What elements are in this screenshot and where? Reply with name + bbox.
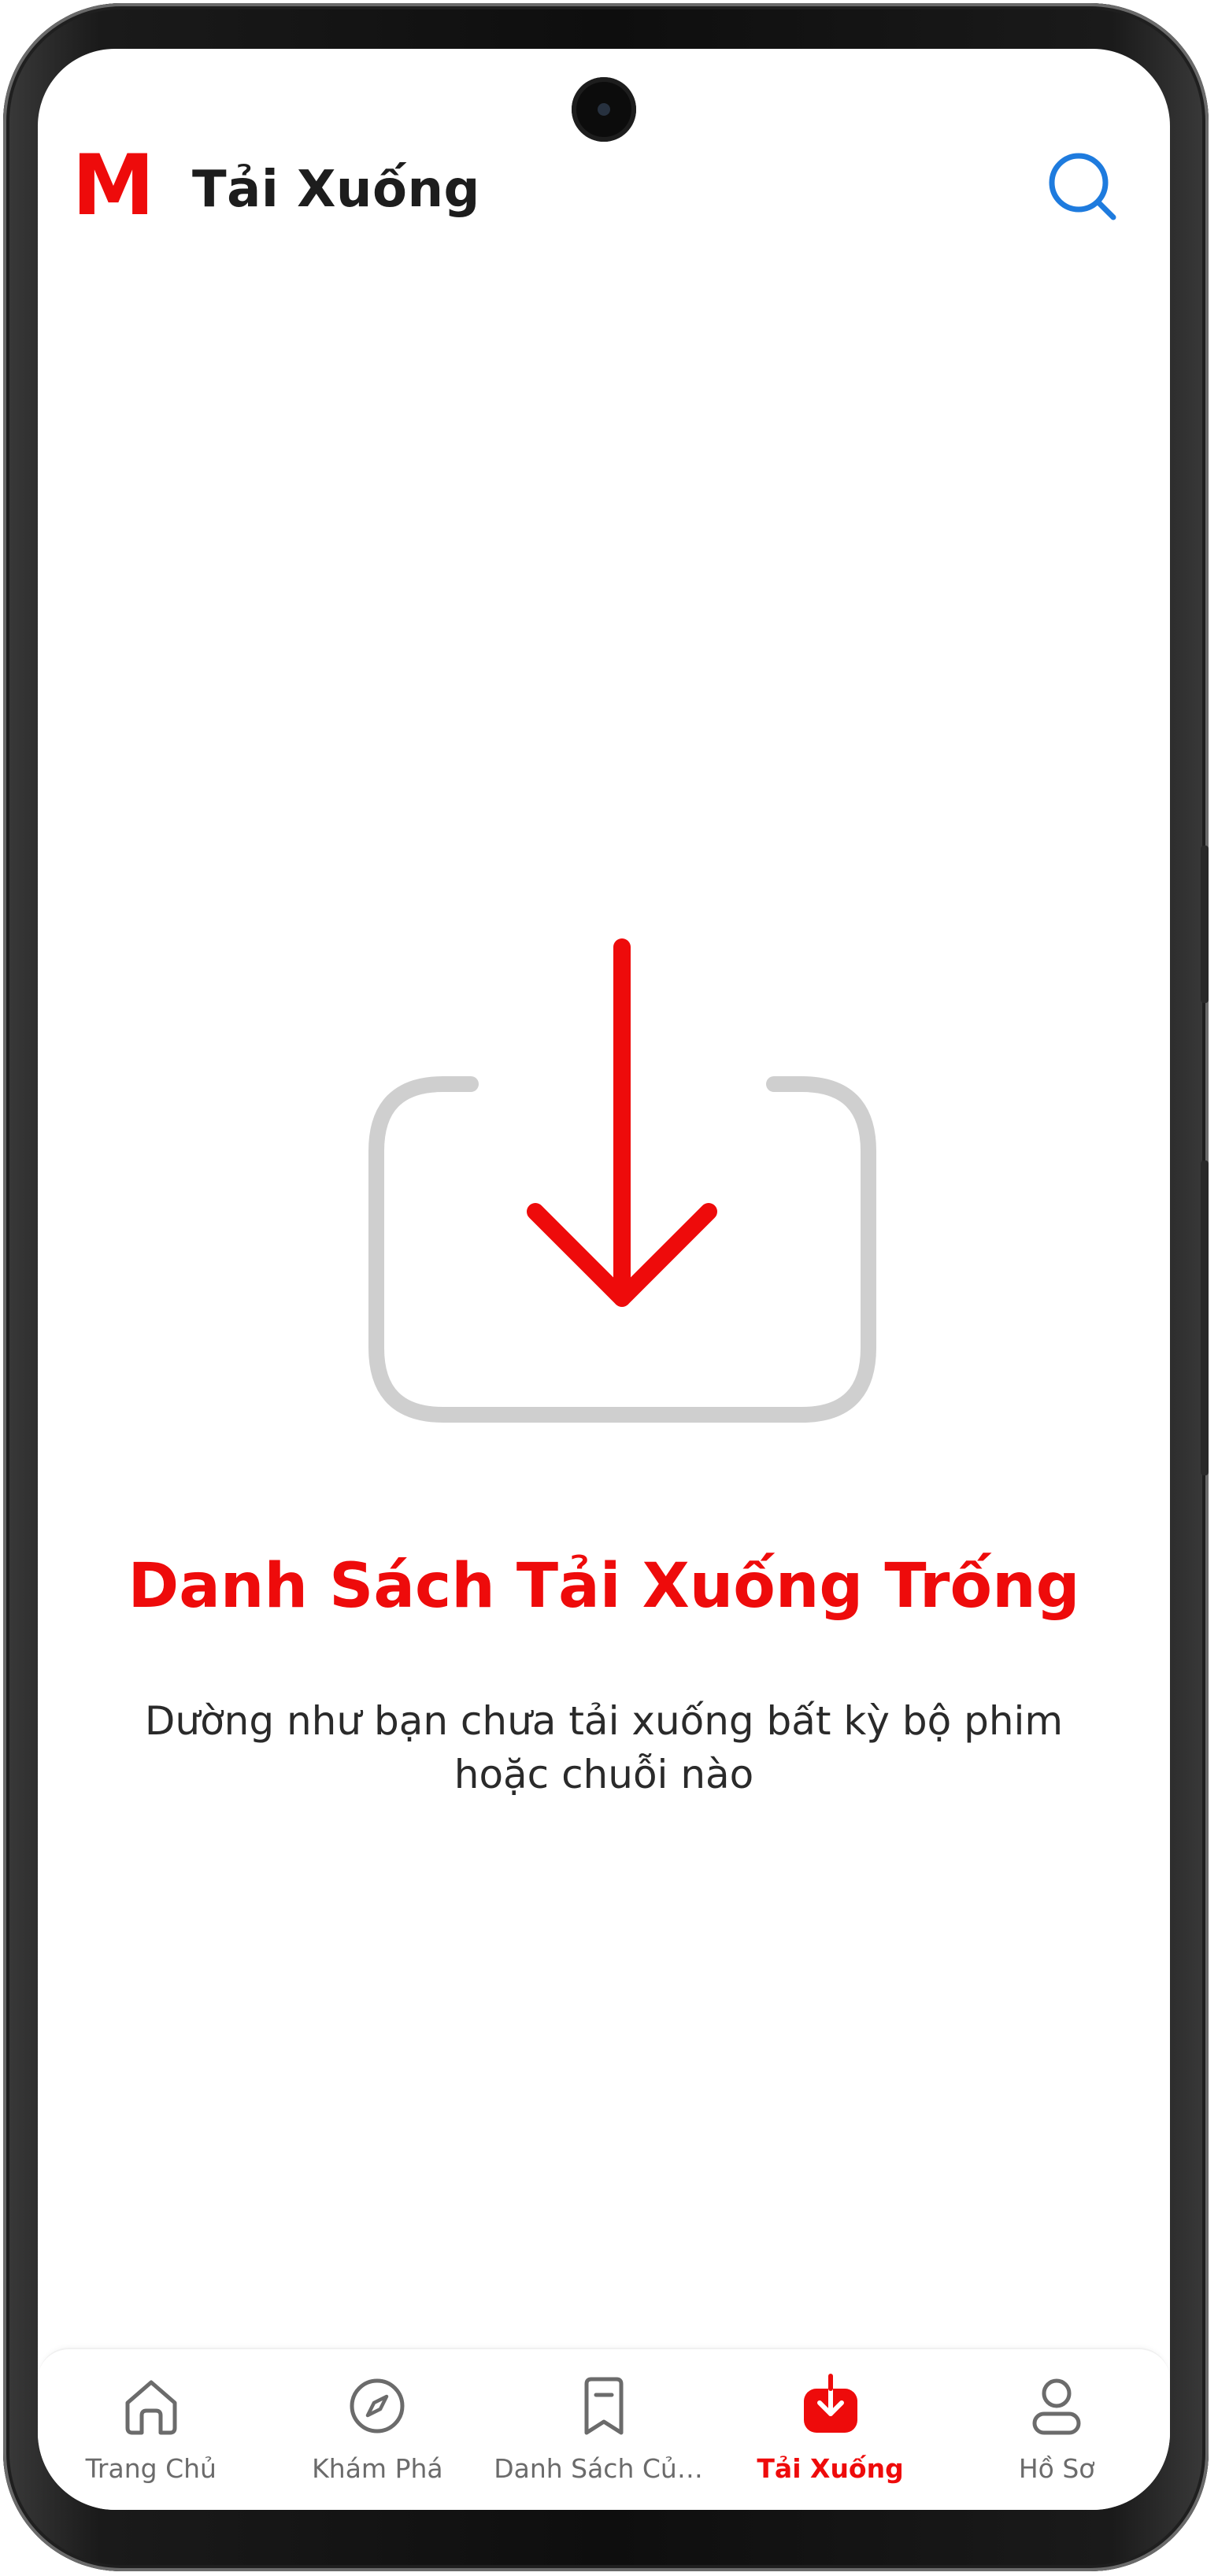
download-icon: [803, 2374, 857, 2433]
nav-label-explore: Khám Phá: [312, 2453, 443, 2484]
volume-button: [1201, 846, 1209, 1003]
nav-label-downloads: Tải Xuống: [757, 2453, 904, 2484]
nav-label-my-list: Danh Sách Của ...: [494, 2453, 714, 2484]
nav-label-home: Trang Chủ: [85, 2453, 217, 2484]
search-button[interactable]: [1044, 148, 1123, 227]
nav-label-profile: Hồ Sơ: [1018, 2453, 1095, 2484]
bottom-navigation: Trang Chủ Khám Phá Danh Sách Của ... Tải…: [38, 2348, 1170, 2510]
logo-letter: M: [76, 146, 151, 222]
app-logo: M: [76, 146, 151, 222]
empty-state-title: Danh Sách Tải Xuống Trống: [128, 1551, 1080, 1622]
nav-item-home[interactable]: Trang Chủ: [38, 2349, 265, 2510]
device-stage: M Tải Xuống Danh Sách Tải Xuống Trống Dư…: [0, 0, 1218, 2576]
front-camera: [572, 77, 636, 142]
nav-item-profile[interactable]: Hồ Sơ: [943, 2349, 1170, 2510]
empty-state-description: Dường như bạn chưa tải xuống bất kỳ bộ p…: [144, 1698, 1064, 1797]
power-button: [1201, 1160, 1209, 1475]
nav-item-downloads[interactable]: Tải Xuống: [717, 2349, 944, 2510]
app-screen: M Tải Xuống Danh Sách Tải Xuống Trống Dư…: [38, 49, 1170, 2510]
profile-icon: [1032, 2378, 1081, 2435]
search-icon: [1049, 153, 1116, 220]
nav-item-explore[interactable]: Khám Phá: [265, 2349, 491, 2510]
app-header: M Tải Xuống: [38, 143, 1170, 246]
nav-item-my-list[interactable]: Danh Sách Của ...: [491, 2349, 717, 2510]
download-tray-icon: [368, 938, 876, 1423]
page-title: Tải Xuống: [192, 161, 480, 219]
compass-icon: [350, 2378, 405, 2434]
home-icon: [125, 2380, 177, 2435]
bookmark-icon: [584, 2377, 624, 2435]
